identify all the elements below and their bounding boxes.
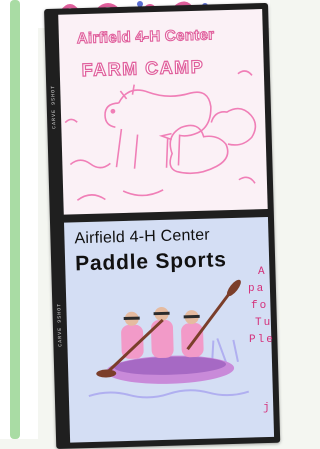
farm-camp-card: Airfield 4-H Center FARM CAMP bbox=[58, 9, 268, 215]
film-edge-label-2: CARVE 9SHOT bbox=[56, 302, 64, 347]
side-text-line-5: Ple bbox=[249, 334, 275, 346]
film-edge-label-1: CARVE 9SHOT bbox=[50, 84, 58, 129]
farm-card-subtitle: FARM CAMP bbox=[81, 56, 205, 81]
side-text-line-1: A bbox=[258, 266, 267, 278]
green-stripe bbox=[10, 0, 20, 439]
left-border bbox=[0, 0, 38, 439]
rafting-illustration bbox=[88, 279, 250, 399]
side-text-line-6: j bbox=[263, 402, 272, 414]
paddle-sports-card: Airfield 4-H Center Paddle Sports bbox=[64, 216, 275, 443]
side-text-line-4: Tu bbox=[255, 317, 273, 329]
film-strip: Airfield 4-H Center FARM CAMP CARVE 9SHO… bbox=[44, 2, 281, 449]
side-text-line-2: pa bbox=[248, 283, 266, 295]
side-text-line-3: fo bbox=[251, 300, 269, 312]
